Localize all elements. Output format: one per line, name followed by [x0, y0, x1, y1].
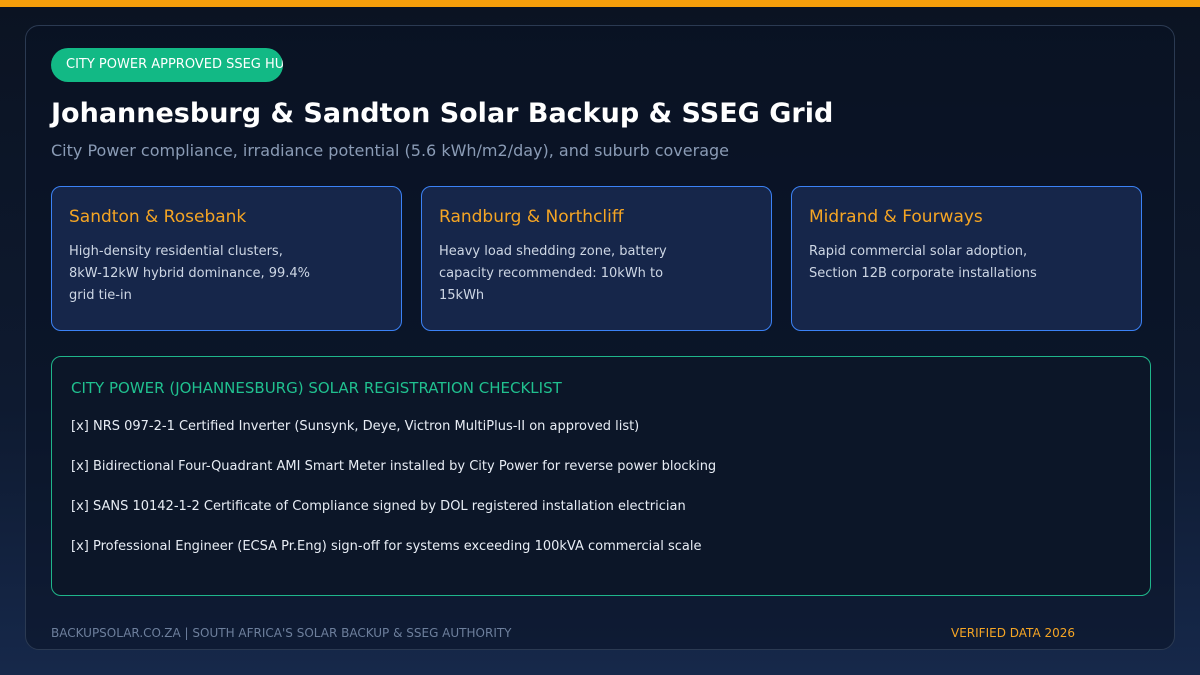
checklist-item: [x] NRS 097-2-1 Certified Inverter (Suns…	[71, 419, 640, 434]
suburb-title: Midrand & Fourways	[809, 207, 983, 227]
page-title: Johannesburg & Sandton Solar Backup & SS…	[51, 98, 834, 129]
suburb-description: High-density residential clusters, 8kW-1…	[69, 244, 311, 303]
suburb-description: Rapid commercial solar adoption, Section…	[809, 244, 1037, 281]
suburb-card-midrand: Midrand & Fourways Rapid commercial sola…	[791, 186, 1142, 331]
checklist-item: [x] SANS 10142-1-2 Certificate of Compli…	[71, 499, 686, 514]
checklist-item: [x] Bidirectional Four-Quadrant AMI Smar…	[71, 459, 717, 474]
page-subtitle: City Power compliance, irradiance potent…	[51, 141, 729, 160]
approval-badge: CITY POWER APPROVED SSEG HUB	[51, 48, 283, 82]
suburb-card-randburg: Randburg & Northcliff Heavy load sheddin…	[421, 186, 772, 331]
footer-verified: VERIFIED DATA 2026	[951, 626, 1076, 640]
suburb-title: Randburg & Northcliff	[439, 207, 624, 227]
footer-brand: BACKUPSOLAR.CO.ZA | SOUTH AFRICA'S SOLAR…	[51, 626, 512, 640]
registration-checklist: CITY POWER (JOHANNESBURG) SOLAR REGISTRA…	[51, 356, 1151, 596]
checklist-item: [x] Professional Engineer (ECSA Pr.Eng) …	[71, 539, 702, 554]
top-accent-bar	[0, 0, 1200, 7]
suburb-title: Sandton & Rosebank	[69, 207, 247, 227]
main-card: CITY POWER APPROVED SSEG HUB Johannesbur…	[25, 25, 1175, 650]
checklist-title: CITY POWER (JOHANNESBURG) SOLAR REGISTRA…	[71, 379, 562, 397]
suburb-card-sandton: Sandton & Rosebank High-density resident…	[51, 186, 402, 331]
suburb-description: Heavy load shedding zone, battery capaci…	[439, 244, 667, 303]
